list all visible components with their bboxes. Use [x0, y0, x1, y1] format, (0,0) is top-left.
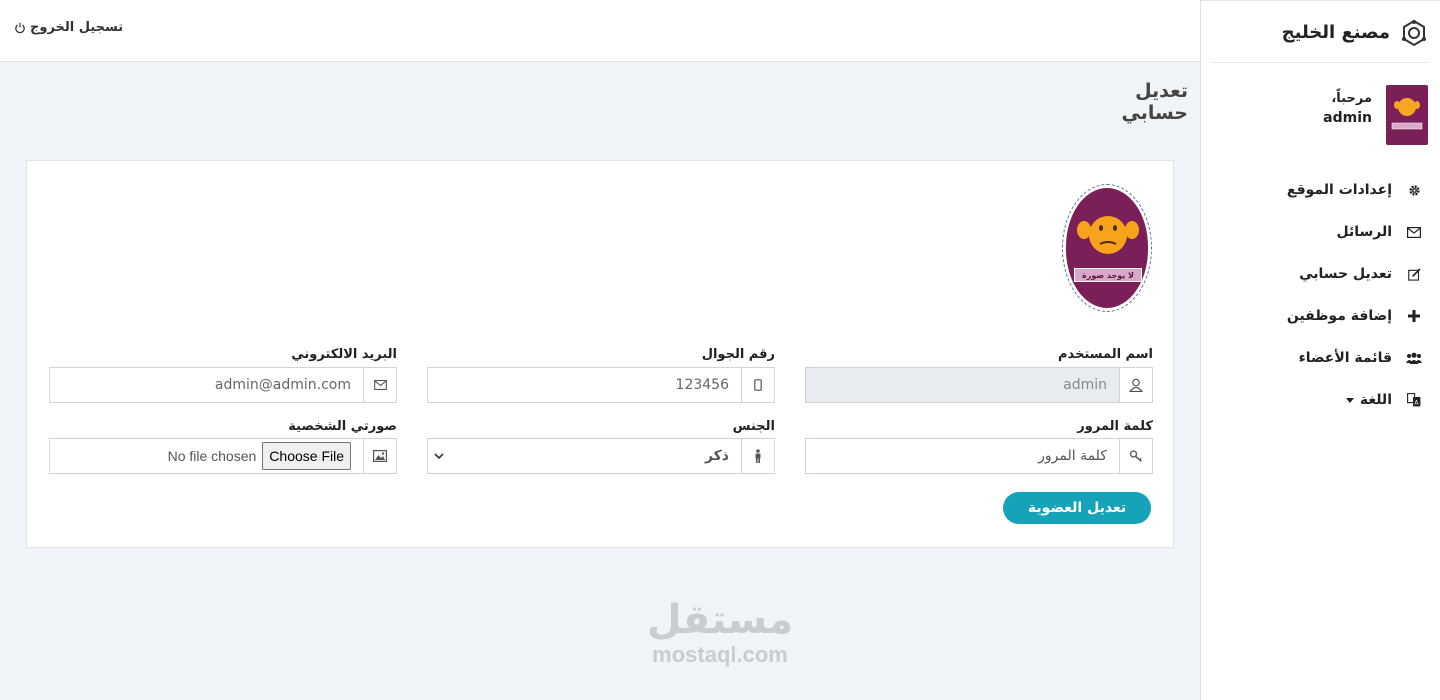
photo-group: Choose File No file chosen — [49, 438, 397, 474]
profile-picture: لا يوجد صورة — [1062, 184, 1152, 312]
brand[interactable]: مصنع الخليج — [1212, 19, 1428, 63]
sidebar-item-language[interactable]: A اللغة — [1222, 379, 1422, 421]
sidebar-nav: إعدادات الموقع الرسائل تعديل حسابي إضافة… — [1222, 169, 1422, 421]
plus-icon — [1406, 308, 1422, 324]
sidebar-item-add-employees[interactable]: إضافة موظفين — [1222, 295, 1422, 337]
mobile-icon — [741, 367, 775, 403]
watermark-latin: mostaql.com — [652, 642, 788, 667]
envelope-icon — [1406, 224, 1422, 240]
user-box: مرحباً، admin — [1228, 85, 1428, 145]
sidebar-item-label: اللغة — [1359, 392, 1392, 408]
watermark-arabic: مستقل — [646, 597, 794, 643]
logout-label: تسجيل الخروج — [30, 20, 124, 35]
sidebar-item-messages[interactable]: الرسائل — [1222, 211, 1422, 253]
edit-icon — [1406, 266, 1422, 282]
sidebar-item-site-settings[interactable]: إعدادات الموقع — [1222, 169, 1422, 211]
sidebar-item-label: إعدادات الموقع — [1286, 182, 1392, 198]
sidebar-item-edit-account[interactable]: تعديل حسابي — [1222, 253, 1422, 295]
envelope-icon — [363, 367, 397, 403]
phone-label: رقم الجوال — [701, 347, 775, 362]
file-status-text: No file chosen — [167, 448, 257, 464]
brand-name: مصنع الخليج — [1281, 22, 1390, 43]
password-label: كلمة المرور — [1077, 419, 1153, 434]
top-bar: تسجيل الخروج — [0, 0, 1200, 62]
photo-label: صورتي الشخصية — [288, 419, 397, 434]
edit-account-card: لا يوجد صورة اسم المستخدم رقم الجوال الب… — [26, 160, 1174, 548]
user-name: admin — [1323, 110, 1372, 126]
chevron-down-icon — [434, 453, 444, 459]
brand-logo-icon — [1402, 19, 1426, 47]
gender-selected-value: ذكر — [704, 448, 729, 464]
gender-group: ذكر — [427, 438, 775, 474]
key-icon — [1119, 438, 1153, 474]
email-group — [49, 367, 397, 403]
watermark: مستقل mostaql.com — [620, 598, 820, 668]
phone-input[interactable] — [427, 367, 741, 403]
sidebar-item-members-list[interactable]: قائمة الأعضاء — [1222, 337, 1422, 379]
username-label: اسم المستخدم — [1058, 347, 1153, 362]
welcome-text: مرحباً، — [1331, 91, 1372, 106]
password-group — [805, 438, 1153, 474]
no-image-caption: لا يوجد صورة — [1074, 268, 1142, 282]
username-group — [805, 367, 1153, 403]
avatar — [1386, 85, 1428, 145]
gear-icon — [1406, 182, 1422, 198]
username-input[interactable] — [805, 367, 1119, 403]
logout-link[interactable]: تسجيل الخروج — [14, 20, 123, 35]
sidebar-item-label: قائمة الأعضاء — [1298, 350, 1392, 366]
sidebar-item-label: إضافة موظفين — [1286, 308, 1392, 324]
sidebar-item-label: الرسائل — [1336, 224, 1392, 240]
phone-group — [427, 367, 775, 403]
chevron-down-icon — [1345, 397, 1354, 403]
image-icon — [363, 438, 397, 474]
sidebar: مصنع الخليج مرحباً، admin إعدادات الموقع — [1200, 0, 1440, 700]
power-icon — [15, 22, 25, 33]
choose-file-button[interactable]: Choose File — [262, 442, 351, 470]
person-icon — [741, 438, 775, 474]
page-title: تعديل حسابي — [1121, 80, 1188, 124]
update-membership-button[interactable]: تعديل العضوية — [1003, 492, 1151, 524]
language-icon: A — [1406, 392, 1422, 408]
profile-emoji-icon — [1077, 216, 1139, 254]
gender-select[interactable]: ذكر — [427, 438, 741, 474]
users-icon — [1406, 350, 1422, 366]
sidebar-item-label: تعديل حسابي — [1299, 266, 1392, 282]
gender-label: الجنس — [732, 419, 775, 434]
user-icon — [1119, 367, 1153, 403]
email-input[interactable] — [49, 367, 363, 403]
password-input[interactable] — [805, 438, 1119, 474]
email-label: البريد الالكتروني — [291, 347, 397, 362]
avatar-emoji-icon — [1391, 98, 1423, 130]
photo-file-input[interactable]: Choose File No file chosen — [49, 438, 363, 474]
